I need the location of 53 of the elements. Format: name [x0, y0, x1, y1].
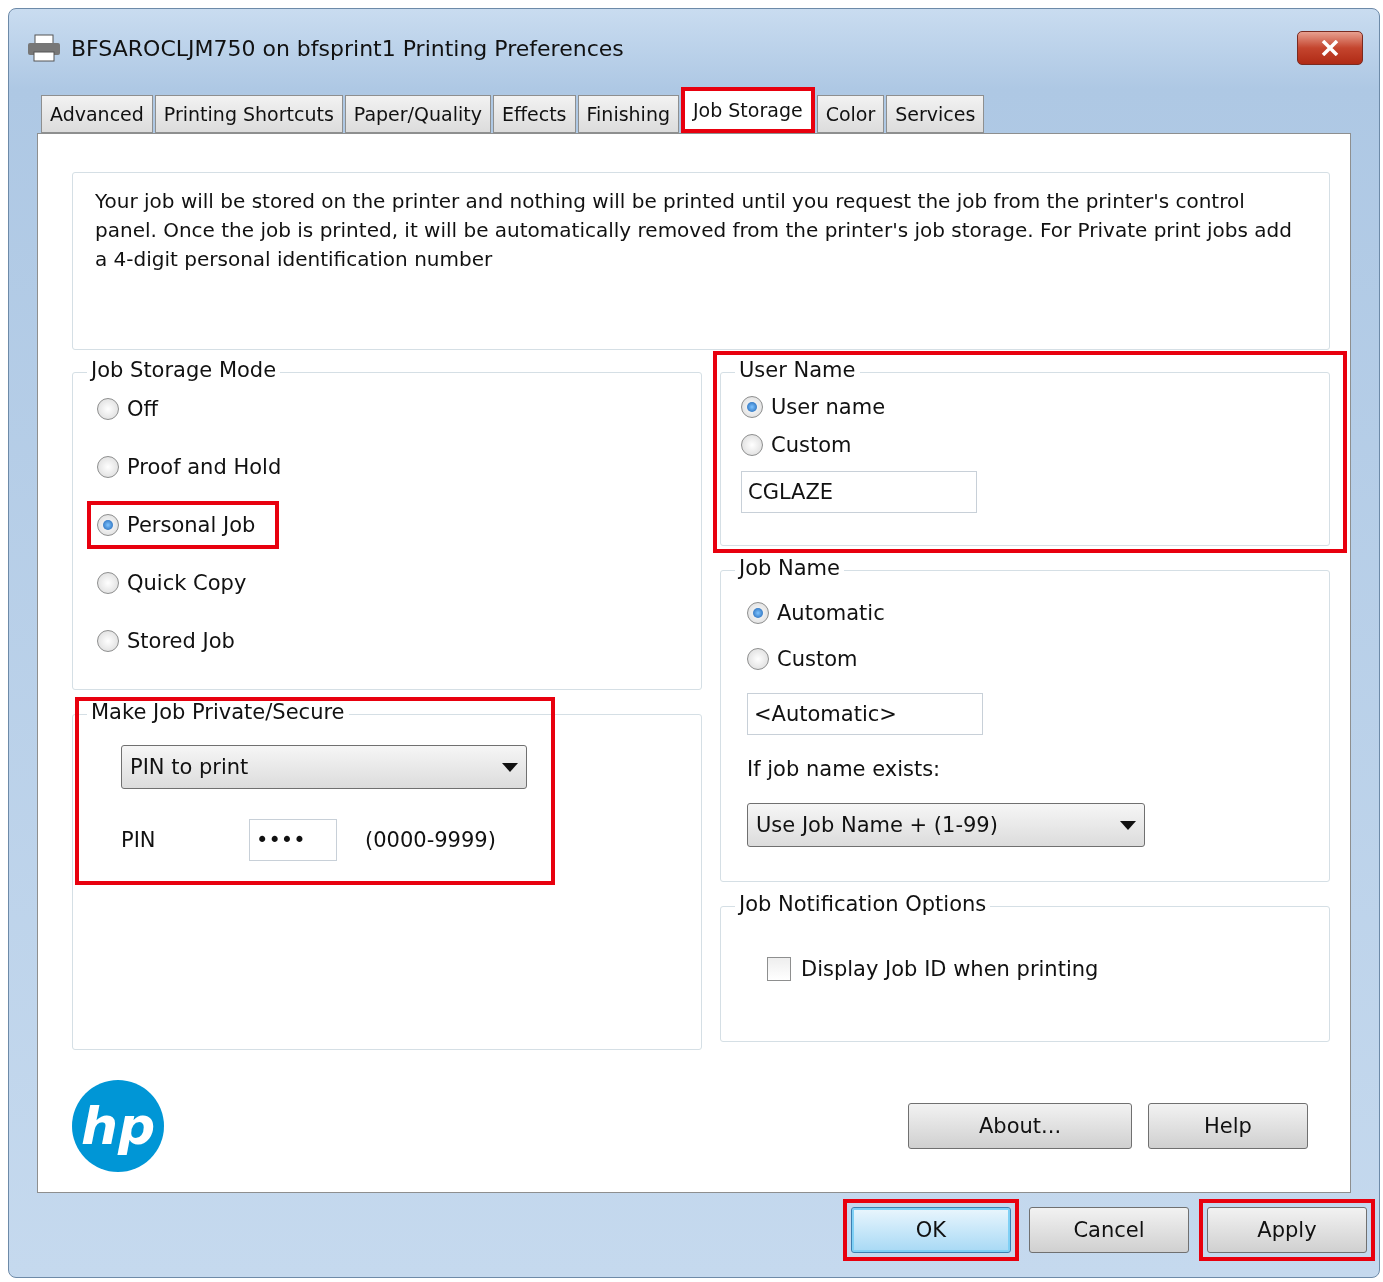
- radio-button[interactable]: [747, 648, 769, 670]
- dropdown[interactable]: PIN to print: [121, 745, 527, 789]
- tab[interactable]: Services: [886, 95, 985, 133]
- radio-label: Quick Copy: [127, 571, 247, 595]
- button[interactable]: OK: [851, 1207, 1011, 1253]
- logo: hp: [72, 1080, 164, 1172]
- pin-label: PIN: [121, 828, 157, 852]
- caret-icon: [502, 762, 518, 772]
- group-title: Make Job Private/Secure: [87, 700, 349, 724]
- tab[interactable]: Advanced: [41, 95, 153, 133]
- button[interactable]: Cancel: [1029, 1207, 1189, 1253]
- tab[interactable]: Finishing: [577, 95, 679, 133]
- radio-button[interactable]: [747, 602, 769, 624]
- group-title: Job Notification Options: [735, 892, 991, 916]
- radio-button[interactable]: [741, 396, 763, 418]
- radio-button[interactable]: [97, 572, 119, 594]
- radio-label: Personal Job: [127, 513, 256, 537]
- radio-label: Custom: [777, 647, 858, 671]
- radio-button[interactable]: [97, 630, 119, 652]
- close-icon: [1321, 40, 1339, 56]
- radio-button[interactable]: [97, 398, 119, 420]
- close-button[interactable]: [1297, 31, 1363, 65]
- pin-hint: (0000-9999): [365, 828, 496, 852]
- radio-button[interactable]: [741, 434, 763, 456]
- tab[interactable]: Paper/Quality: [344, 95, 491, 133]
- radio-button[interactable]: [97, 456, 119, 478]
- group-title: Job Storage Mode: [87, 358, 281, 382]
- radio-label: Automatic: [777, 601, 885, 625]
- user-name-field[interactable]: CGLAZE: [741, 471, 977, 513]
- tab[interactable]: Job Storage: [681, 87, 815, 133]
- tab[interactable]: Printing Shortcuts: [154, 95, 343, 133]
- pin-field[interactable]: ••••: [249, 819, 337, 861]
- checkbox[interactable]: [767, 957, 791, 981]
- tab[interactable]: Effects: [492, 95, 576, 133]
- field-label: If job name exists:: [747, 757, 942, 781]
- radio-label: User name: [771, 395, 886, 419]
- button[interactable]: About...: [908, 1103, 1132, 1149]
- description-text: Your job will be stored on the printer and nothing will be printed until you request the job from the printer's control panel. Once the job is printed, it will be automatically removed from the printer's job storage. For Private print jobs add a 4-digit personal identification number: [72, 172, 1330, 350]
- printer-icon: [27, 34, 61, 62]
- radio-label: Proof and Hold: [127, 455, 282, 479]
- radio-button[interactable]: [97, 514, 119, 536]
- radio-label: Off: [127, 397, 158, 421]
- tab[interactable]: Color: [816, 95, 885, 133]
- dropdown[interactable]: Use Job Name + (1-99): [747, 803, 1145, 847]
- window-title: BFSAROCLJM750 on bfsprint1 Printing Preferences: [71, 35, 625, 61]
- job-name-field[interactable]: <Automatic>: [747, 693, 983, 735]
- button[interactable]: Help: [1148, 1103, 1308, 1149]
- button[interactable]: Apply: [1207, 1207, 1367, 1253]
- radio-label: Stored Job: [127, 629, 235, 653]
- caret-icon: [1120, 820, 1136, 830]
- group-title: Job Name: [735, 556, 844, 580]
- radio-label: Custom: [771, 433, 852, 457]
- checkbox-label: Display Job ID when printing: [801, 957, 1099, 981]
